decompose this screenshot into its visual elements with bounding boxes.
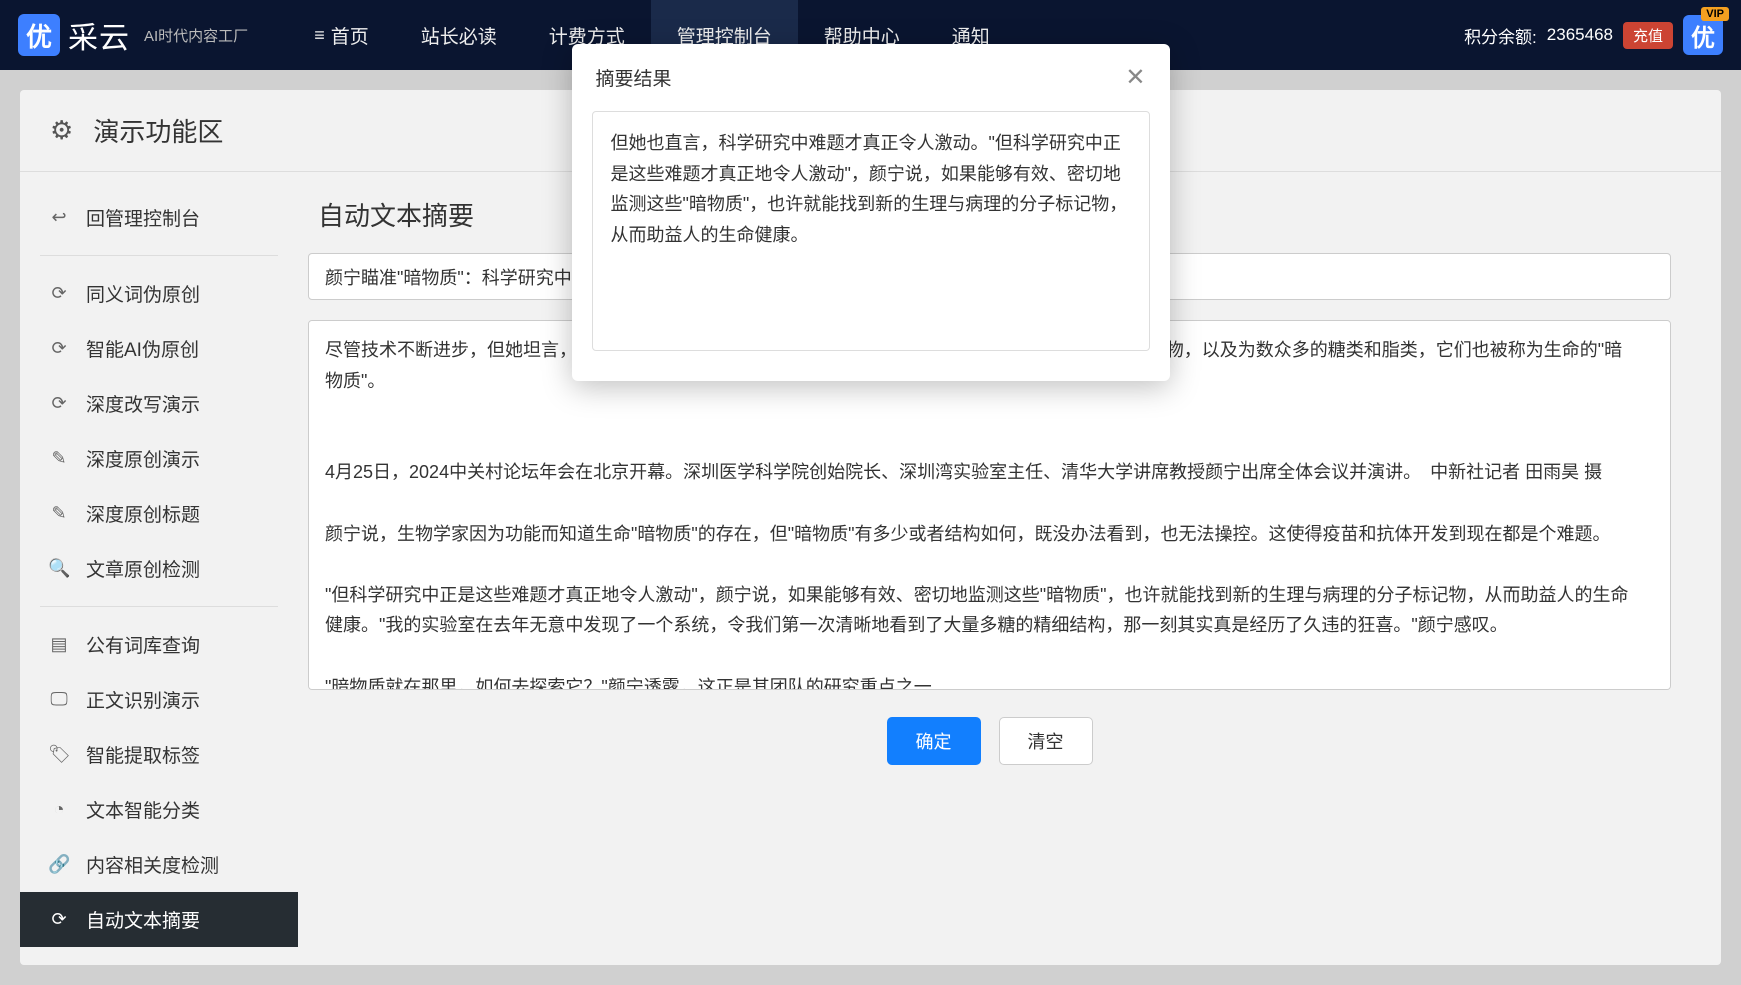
- summary-modal: 摘要结果 ✕ 但她也直言，科学研究中难题才真正令人激动。"但科学研究中正是这些难…: [572, 44, 1170, 381]
- sidebar-item[interactable]: ⟳ 自动文本摘要: [20, 892, 298, 947]
- summary-text: 但她也直言，科学研究中难题才真正令人激动。"但科学研究中正是这些难题才真正地令人…: [592, 111, 1150, 351]
- modal-body: 但她也直言，科学研究中难题才真正令人激动。"但科学研究中正是这些难题才真正地令人…: [572, 111, 1170, 381]
- sidebar-item-label: 自动文本摘要: [86, 906, 200, 933]
- modal-title: 摘要结果: [596, 64, 672, 91]
- modal-overlay: 摘要结果 ✕ 但她也直言，科学研究中难题才真正令人激动。"但科学研究中正是这些难…: [0, 0, 1741, 896]
- modal-header: 摘要结果 ✕: [572, 44, 1170, 111]
- close-icon[interactable]: ✕: [1125, 66, 1145, 90]
- refresh-icon: ⟳: [48, 909, 70, 930]
